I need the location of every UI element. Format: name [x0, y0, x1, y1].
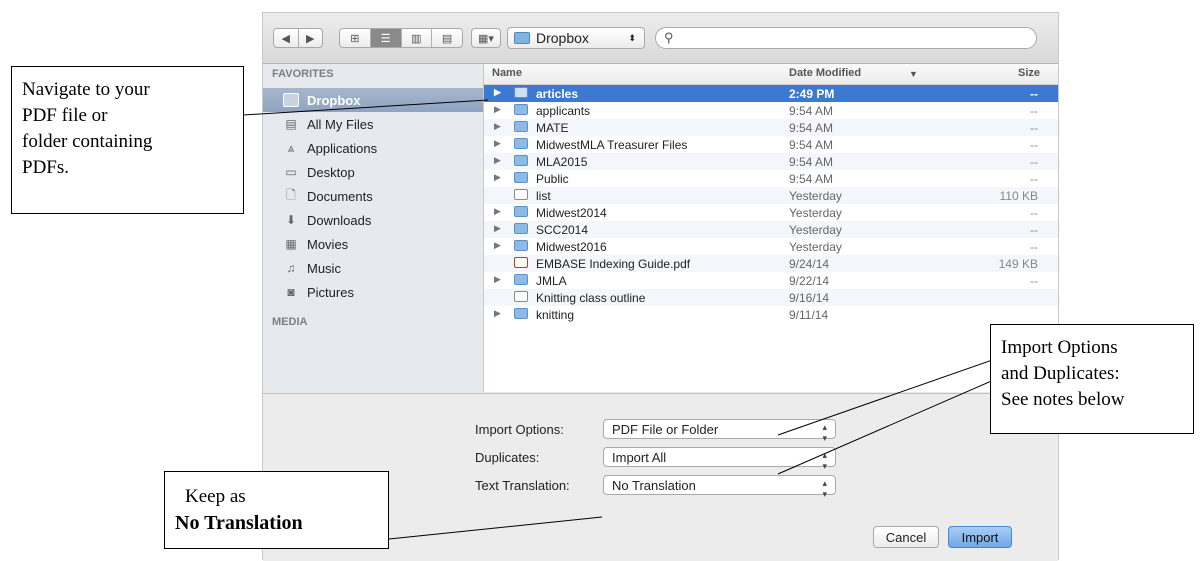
callout-text: Navigate to your — [22, 79, 150, 100]
callout-text: See notes below — [1001, 389, 1125, 410]
callout-import-options: Import Options and Duplicates: See notes… — [990, 324, 1194, 434]
callout-keep-translation: Keep as No Translation — [164, 471, 389, 549]
callout-line-navigate — [242, 99, 489, 116]
callout-text: folder containing — [22, 131, 153, 152]
callout-text: PDFs. — [22, 157, 69, 178]
callout-text: Keep as — [185, 486, 246, 507]
callout-navigate: Navigate to your PDF file or folder cont… — [11, 66, 244, 214]
callout-text: PDF file or — [22, 105, 108, 126]
callout-text: Import Options — [1001, 337, 1118, 358]
callout-line-translation — [388, 516, 603, 540]
callout-text: and Duplicates: — [1001, 363, 1120, 384]
callout-text: No Translation — [175, 512, 303, 534]
